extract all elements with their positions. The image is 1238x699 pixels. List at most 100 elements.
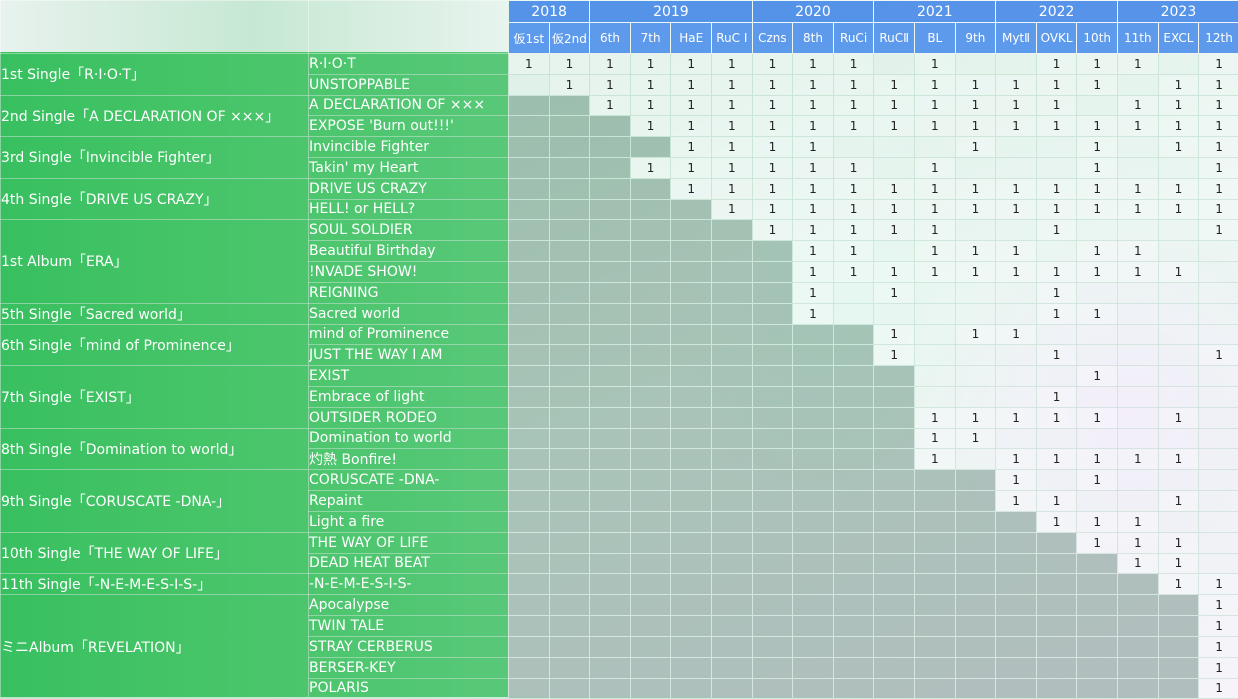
performance-cell — [630, 595, 671, 616]
performance-cell — [671, 636, 712, 657]
performance-cell: 1 — [1158, 574, 1199, 595]
performance-cell — [671, 324, 712, 345]
performance-cell: 1 — [752, 74, 793, 95]
event-header: BL — [915, 23, 956, 54]
performance-cell — [711, 470, 752, 491]
song-title: DRIVE US CRAZY — [309, 178, 509, 199]
year-header-row: 201820192020202120222023 — [1, 1, 1238, 23]
performance-cell — [752, 595, 793, 616]
performance-cell — [509, 157, 550, 178]
performance-cell — [630, 616, 671, 637]
performance-cell: 1 — [630, 54, 671, 75]
performance-cell — [590, 511, 631, 532]
performance-cell: 1 — [793, 303, 834, 324]
release-label: 10th Single「THE WAY OF LIFE」 — [1, 532, 309, 574]
release-label: 1st Album「ERA」 — [1, 220, 309, 303]
performance-cell — [630, 366, 671, 387]
performance-cell — [793, 595, 834, 616]
song-title: -N-E-M-E-S-I-S- — [309, 574, 509, 595]
performance-cell: 1 — [509, 54, 550, 75]
table-row: 1st Single「R·I·O·T」R·I·O·T11111111111111 — [1, 54, 1238, 75]
performance-cell — [1118, 491, 1159, 512]
performance-cell — [874, 386, 915, 407]
performance-cell: 1 — [630, 157, 671, 178]
performance-cell — [1118, 407, 1159, 428]
performance-cell — [955, 553, 996, 574]
performance-cell: 1 — [1118, 553, 1159, 574]
performance-cell: 1 — [915, 74, 956, 95]
performance-cell — [590, 261, 631, 282]
event-header: RuCi — [833, 23, 874, 54]
release-label: 9th Single「CORUSCATE -DNA-」 — [1, 470, 309, 532]
performance-cell — [1158, 657, 1199, 678]
performance-cell: 1 — [752, 157, 793, 178]
performance-cell — [509, 261, 550, 282]
performance-cell: 1 — [874, 95, 915, 116]
performance-cell: 1 — [996, 95, 1037, 116]
performance-cell — [711, 261, 752, 282]
performance-cell — [590, 220, 631, 241]
song-title: STRAY CERBERUS — [309, 636, 509, 657]
performance-cell — [509, 324, 550, 345]
performance-cell — [549, 636, 590, 657]
performance-cell: 1 — [1036, 407, 1077, 428]
performance-cell — [793, 324, 834, 345]
performance-cell — [874, 511, 915, 532]
performance-cell: 1 — [1077, 303, 1118, 324]
performance-cell: 1 — [752, 220, 793, 241]
performance-cell — [793, 386, 834, 407]
performance-cell — [1199, 324, 1238, 345]
song-title: UNSTOPPABLE — [309, 74, 509, 95]
performance-cell: 1 — [630, 74, 671, 95]
performance-cell — [996, 137, 1037, 158]
performance-cell: 1 — [955, 324, 996, 345]
performance-cell — [1118, 282, 1159, 303]
song-title: POLARIS — [309, 678, 509, 699]
performance-cell — [549, 553, 590, 574]
performance-cell — [1077, 491, 1118, 512]
performance-cell — [509, 116, 550, 137]
performance-cell: 1 — [1118, 95, 1159, 116]
performance-cell: 1 — [711, 137, 752, 158]
performance-cell — [549, 303, 590, 324]
performance-cell — [955, 386, 996, 407]
performance-cell: 1 — [793, 157, 834, 178]
performance-cell — [509, 137, 550, 158]
performance-cell: 1 — [1199, 678, 1238, 699]
performance-cell — [630, 449, 671, 470]
performance-cell: 1 — [874, 116, 915, 137]
performance-cell: 1 — [996, 178, 1037, 199]
performance-cell — [833, 282, 874, 303]
performance-cell — [590, 491, 631, 512]
performance-cell: 1 — [793, 95, 834, 116]
performance-cell: 1 — [915, 261, 956, 282]
performance-cell — [955, 511, 996, 532]
performance-cell: 1 — [955, 407, 996, 428]
performance-cell — [671, 199, 712, 220]
performance-cell — [955, 282, 996, 303]
performance-cell: 1 — [1036, 282, 1077, 303]
performance-cell — [509, 553, 550, 574]
performance-cell — [711, 449, 752, 470]
performance-cell — [590, 428, 631, 449]
performance-cell — [955, 366, 996, 387]
performance-cell: 1 — [1199, 636, 1238, 657]
performance-cell: 1 — [955, 428, 996, 449]
performance-cell — [590, 657, 631, 678]
release-header-blank — [1, 1, 309, 54]
performance-cell — [833, 616, 874, 637]
performance-cell — [793, 345, 834, 366]
performance-cell: 1 — [915, 178, 956, 199]
performance-cell — [833, 678, 874, 699]
performance-cell: 1 — [1077, 116, 1118, 137]
performance-cell — [549, 366, 590, 387]
performance-cell — [630, 491, 671, 512]
performance-cell: 1 — [1036, 491, 1077, 512]
performance-cell — [1077, 386, 1118, 407]
performance-cell — [509, 449, 550, 470]
performance-cell — [915, 345, 956, 366]
performance-cell — [671, 532, 712, 553]
performance-cell — [1036, 636, 1077, 657]
performance-cell — [1036, 616, 1077, 637]
performance-cell — [671, 553, 712, 574]
